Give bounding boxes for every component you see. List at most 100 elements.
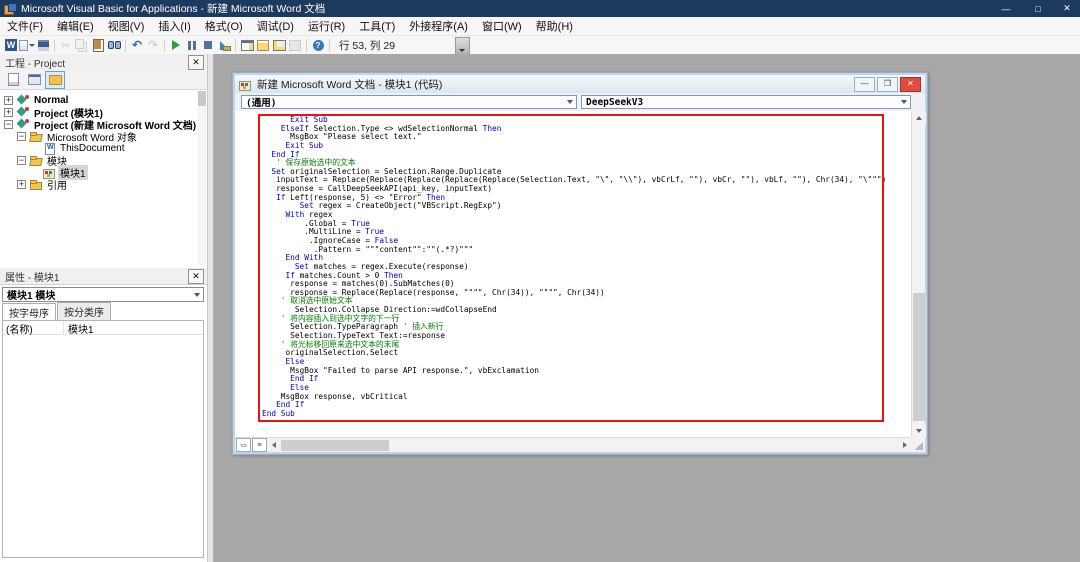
chevron-down-icon <box>567 100 573 104</box>
object-dropdown[interactable]: (通用) <box>241 95 577 109</box>
scroll-left-button[interactable] <box>267 439 280 452</box>
collapse-icon[interactable]: − <box>17 155 26 165</box>
undo-icon[interactable] <box>129 38 145 53</box>
code-line: MsgBox "Failed to parse API response.", … <box>262 365 539 375</box>
toolbar-separator <box>235 38 236 52</box>
menu-view[interactable]: 视图(V) <box>101 17 152 35</box>
code-restore-button[interactable]: ❐ <box>877 76 898 92</box>
scroll-right-button[interactable] <box>898 439 911 452</box>
folder-icon <box>29 179 43 190</box>
view-object-icon[interactable] <box>24 71 44 89</box>
chevron-down-icon <box>901 100 907 104</box>
toolbar-icons <box>0 36 333 54</box>
project-tree-scrollbar[interactable] <box>198 91 206 266</box>
view-code-icon[interactable] <box>3 71 23 89</box>
menu-tools[interactable]: 工具(T) <box>352 17 402 35</box>
project-panel-toolbar <box>0 70 207 90</box>
resize-grip[interactable] <box>911 437 925 452</box>
toolbox-icon <box>287 38 303 53</box>
project-explorer-icon[interactable] <box>239 38 255 53</box>
procedure-dropdown[interactable]: DeepSeekV3 <box>581 95 911 109</box>
tab-categorized[interactable]: 按分类序 <box>57 302 111 320</box>
collapse-icon[interactable]: − <box>17 131 26 141</box>
redo-icon <box>145 38 161 53</box>
minimize-button[interactable]: — <box>990 0 1022 17</box>
project-panel-title: 工程 - Project <box>5 58 66 70</box>
help-icon[interactable] <box>310 38 326 53</box>
close-button[interactable]: ✕ <box>1054 0 1080 17</box>
design-mode-icon[interactable] <box>216 38 232 53</box>
cursor-position-status: 行 53, 列 29 <box>339 39 396 52</box>
menu-addins[interactable]: 外接程序(A) <box>402 17 475 35</box>
full-module-view-button[interactable]: ≡ <box>252 438 267 452</box>
properties-panel-close-icon[interactable]: ✕ <box>188 268 204 284</box>
code-window-titlebar[interactable]: 新建 Microsoft Word 文档 - 模块1 (代码) — ❐ ✕ <box>235 75 925 94</box>
project-panel-close-icon[interactable]: ✕ <box>188 54 204 70</box>
code-line: MsgBox response, vbCritical <box>262 391 408 401</box>
vertical-scrollbar[interactable] <box>911 111 926 437</box>
scroll-down-button[interactable] <box>912 424 926 437</box>
menu-insert[interactable]: 插入(I) <box>151 17 197 35</box>
property-value[interactable]: 模块1 <box>64 321 203 336</box>
toolbar-overflow-button[interactable] <box>455 37 470 55</box>
code-line: .Pattern = """content"":""(.*?)""" <box>262 244 474 254</box>
vba-application-window: Microsoft Visual Basic for Applications … <box>0 0 1080 562</box>
tree-item-module1[interactable]: 模块1 <box>0 164 197 180</box>
toolbar-separator <box>164 38 165 52</box>
expand-icon[interactable]: + <box>17 179 26 189</box>
paste-icon[interactable] <box>90 38 106 53</box>
property-name: (名称) <box>3 321 64 336</box>
code-minimize-button[interactable]: — <box>854 76 875 92</box>
find-icon[interactable] <box>106 38 122 53</box>
insert-userform-icon[interactable] <box>19 38 35 53</box>
save-icon[interactable] <box>35 38 51 53</box>
code-window-controls: — ❐ ✕ <box>854 76 925 92</box>
code-close-button[interactable]: ✕ <box>900 76 921 92</box>
tab-alphabetic[interactable]: 按字母序 <box>2 303 56 321</box>
tree-item-references[interactable]: + 引用 <box>0 178 197 192</box>
object-browser-icon[interactable] <box>271 38 287 53</box>
scrollbar-thumb[interactable] <box>198 91 206 106</box>
code-window-title: 新建 Microsoft Word 文档 - 模块1 (代码) <box>257 78 443 91</box>
expand-icon[interactable]: + <box>4 95 13 105</box>
maximize-button[interactable]: □ <box>1022 0 1054 17</box>
tree-item-modules-folder[interactable]: − 模块 <box>0 154 197 168</box>
break-icon[interactable] <box>184 38 200 53</box>
collapse-icon[interactable]: − <box>4 119 13 129</box>
code-line: response = Replace(Replace(response, """… <box>262 287 605 297</box>
code-line: originalSelection.Select <box>262 348 399 358</box>
toolbar-separator <box>54 38 55 52</box>
tree-item-thisdocument[interactable]: ThisDocument <box>0 142 197 155</box>
code-line: Set regex = CreateObject("VBScript.RegEx… <box>299 201 502 211</box>
scrollbar-thumb[interactable] <box>281 439 389 451</box>
menu-help[interactable]: 帮助(H) <box>529 17 580 35</box>
word-icon[interactable] <box>3 38 19 53</box>
toggle-folders-icon[interactable] <box>45 70 65 89</box>
properties-window-icon[interactable] <box>255 38 271 53</box>
procedure-view-button[interactable]: ▭ <box>236 438 251 452</box>
code-line: End If <box>276 400 305 410</box>
menu-debug[interactable]: 调试(D) <box>250 17 301 35</box>
properties-panel-titlebar: 属性 - 模块1 ✕ <box>0 268 207 285</box>
scroll-up-button[interactable] <box>912 111 926 124</box>
horizontal-scrollbar[interactable]: ▭ ≡ <box>235 437 911 452</box>
folder-open-icon <box>29 155 43 166</box>
toolbar-separator <box>306 38 307 52</box>
menu-file[interactable]: 文件(F) <box>0 17 50 35</box>
code-editor[interactable]: Exit Sub ElseIf Selection.Type <> wdSele… <box>235 111 911 437</box>
scrollbar-thumb[interactable] <box>913 293 925 421</box>
module-icon <box>42 167 56 179</box>
menu-format[interactable]: 格式(O) <box>198 17 250 35</box>
menu-run[interactable]: 运行(R) <box>301 17 352 35</box>
code-line: End Sub <box>262 408 295 418</box>
reset-icon[interactable] <box>200 38 216 53</box>
code-text: Exit Sub ElseIf Selection.Type <> wdSele… <box>262 115 886 418</box>
property-row[interactable]: (名称) 模块1 <box>3 321 203 336</box>
expand-icon[interactable]: + <box>4 107 13 117</box>
properties-object-selector[interactable]: 模块1 模块 <box>2 287 204 302</box>
menu-edit[interactable]: 编辑(E) <box>50 17 101 35</box>
menu-window[interactable]: 窗口(W) <box>475 17 529 35</box>
tree-item-word-objects[interactable]: − Microsoft Word 对象 <box>0 130 197 144</box>
run-icon[interactable] <box>168 38 184 53</box>
copy-icon <box>74 38 90 53</box>
